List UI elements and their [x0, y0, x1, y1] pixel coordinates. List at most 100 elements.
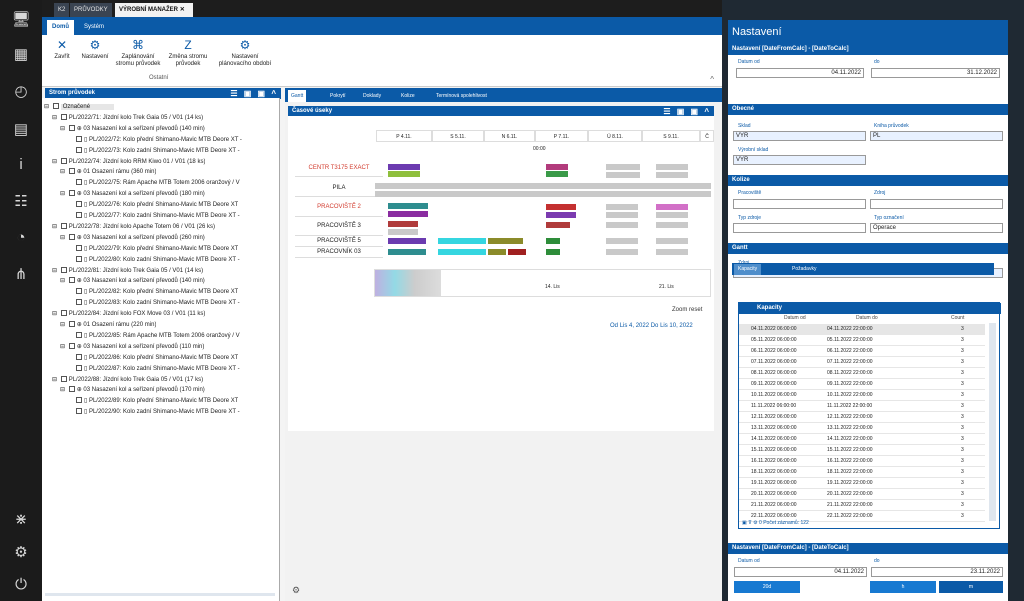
gantt-task-bar[interactable] [375, 183, 711, 189]
tab-domu[interactable]: Domů [47, 20, 74, 35]
gantt-task-bar[interactable] [388, 171, 420, 177]
tree-row[interactable]: ⊟ ⊕ 01 Osazení rámu (220 min) [60, 320, 156, 330]
tree-row[interactable]: ▯ PL/2022/80: Kolo zadní Shimano-Mavic M… [74, 255, 240, 265]
row-checkbox[interactable] [68, 190, 75, 197]
gantt-task-bar[interactable] [388, 211, 428, 217]
gantt-task-bar[interactable] [656, 204, 688, 210]
range-from-value[interactable]: Lis 4, 2022 [620, 323, 649, 329]
row-checkbox[interactable] [68, 124, 75, 131]
network-icon[interactable]: ⋔ [11, 265, 31, 285]
sklad-select[interactable]: VYR [733, 131, 866, 141]
tree-row[interactable]: ⊟ PL/2022/74: Jízdní kolo RRM Kiwo 01 / … [52, 157, 205, 167]
row-checkbox[interactable] [60, 375, 67, 382]
tab-doklady[interactable]: Doklady [360, 90, 384, 102]
tree-row[interactable]: ▯ PL/2022/76: Kolo přední Shimano-Mavic … [74, 200, 238, 210]
gantt-resource-label[interactable]: PRACOVNÍK 03 [295, 247, 383, 258]
tree-row[interactable]: ▯ PL/2022/82: Kolo přední Shimano-Mavic … [74, 287, 238, 297]
tree-row[interactable]: ⊟ ⊕ 03 Nasazení kol a seřízení převodů (… [60, 233, 205, 243]
row-checkbox[interactable] [76, 244, 82, 251]
row-checkbox[interactable] [68, 277, 75, 284]
pie-chart-icon[interactable]: ◔ [11, 228, 31, 248]
tree-row[interactable]: ⊟ PL/2022/78: Jízdní kolo Apache Totem 0… [52, 222, 215, 232]
gantt-task-bar[interactable] [606, 212, 638, 218]
expand-icon[interactable]: ⊟ [52, 159, 59, 165]
history-icon[interactable]: ◴ [11, 82, 31, 102]
tree-row[interactable]: ▯ PL/2022/90: Kolo zadní Shimano-Mavic M… [74, 407, 240, 417]
change-tree-button[interactable]: Z Změna stromu průvodek [166, 39, 210, 68]
gantt-task-bar[interactable] [606, 222, 638, 228]
gantt-task-bar[interactable] [546, 249, 560, 255]
row-checkbox[interactable] [68, 168, 75, 175]
gantt-task-bar[interactable] [438, 238, 486, 244]
row-checkbox[interactable] [76, 397, 82, 404]
gantt-resource-label[interactable]: PRACOVIŠTĚ 5 [295, 236, 383, 247]
zdroj-select[interactable] [870, 199, 1003, 209]
info-icon[interactable]: i [11, 155, 31, 175]
period-minute-button[interactable]: m [939, 581, 1003, 593]
tree-row[interactable]: ▯ PL/2022/72: Kolo přední Shimano-Mavic … [74, 135, 242, 145]
capacity-scrollbar[interactable] [989, 323, 996, 521]
expand-icon[interactable]: ⊟ [60, 126, 67, 132]
gantt-task-bar[interactable] [546, 212, 576, 218]
gantt-resource-label[interactable]: PRACOVIŠTĚ 2 [295, 197, 383, 217]
settings-button[interactable]: ⚙ Nastavení [79, 39, 111, 61]
gantt-task-bar[interactable] [388, 164, 420, 170]
tree-row[interactable]: ▯ PL/2022/77: Kolo zadní Shimano-Mavic M… [74, 211, 240, 221]
tab-kapacity[interactable]: Kapacity [734, 264, 762, 275]
tree-row[interactable]: ⊟ PL/2022/81: Jízdní kolo Trek Gaia 05 /… [52, 266, 203, 276]
row-checkbox[interactable] [76, 364, 82, 371]
capacity-row[interactable]: 04.11.2022 06:00:00 04.11.2022 22:00:00 3 [739, 324, 985, 335]
gantt-task-bar[interactable] [388, 221, 418, 227]
gantt-task-bar[interactable] [656, 212, 688, 218]
tree-horizontal-scrollbar[interactable] [45, 593, 275, 596]
gantt-task-bar[interactable] [606, 164, 640, 170]
capacity-row[interactable]: 18.11.2022 06:00:00 18.11.2022 22:00:00 3 [739, 467, 985, 478]
tree-row[interactable]: ⊟ ⊕ 01 Osazení rámu (360 min) [60, 167, 156, 177]
gantt-task-bar[interactable] [508, 249, 526, 255]
tab-system[interactable]: Systém [79, 20, 109, 35]
row-checkbox[interactable] [68, 233, 75, 240]
tree-row[interactable]: ▯ PL/2022/83: Kolo zadní Shimano-Mavic M… [74, 298, 240, 308]
gantt-task-bar[interactable] [546, 238, 560, 244]
row-checkbox[interactable] [60, 157, 67, 164]
collapse-ribbon-icon[interactable]: ^ [710, 75, 714, 84]
expand-icon[interactable]: ⊟ [60, 344, 67, 350]
desktop-icon[interactable]: 🖥 [11, 10, 31, 30]
row-checkbox[interactable] [76, 255, 82, 262]
capacity-row[interactable]: 05.11.2022 06:00:00 05.11.2022 22:00:00 3 [739, 335, 985, 346]
gantt-task-bar[interactable] [388, 203, 428, 209]
gantt-task-bar[interactable] [546, 171, 568, 177]
gantt-task-bar[interactable] [375, 191, 711, 197]
gantt-task-bar[interactable] [606, 238, 638, 244]
capacity-column-header[interactable]: Count [951, 315, 964, 321]
row-checkbox[interactable] [52, 103, 59, 109]
row-checkbox[interactable] [60, 113, 67, 120]
gantt-task-bar[interactable] [388, 238, 426, 244]
tree-row[interactable]: ⊟ Označené [44, 102, 115, 112]
tree-row[interactable]: ⊟ PL/2022/88: Jízdní kolo Trek Gaia 05 /… [52, 375, 203, 385]
capacity-row[interactable]: 15.11.2022 06:00:00 15.11.2022 22:00:00 3 [739, 445, 985, 456]
gantt-task-bar[interactable] [388, 229, 418, 235]
period-hour-button[interactable]: h [870, 581, 936, 593]
tree-row[interactable]: ⊟ ⊕ 03 Nasazení kol a seřízení převodů (… [60, 342, 204, 352]
capacity-row[interactable]: 16.11.2022 06:00:00 16.11.2022 22:00:00 3 [739, 456, 985, 467]
tree-row[interactable]: ▯ PL/2022/89: Kolo přední Shimano-Mavic … [74, 396, 238, 406]
row-checkbox[interactable] [76, 353, 82, 360]
tree-row[interactable]: ⊟ ⊕ 03 Nasazení kol a seřízení převodů (… [60, 385, 205, 395]
row-checkbox[interactable] [68, 342, 75, 349]
gantt-resource-label[interactable]: CENTR T3175 EXACT [295, 159, 383, 177]
tab-terminova-spolehlivost[interactable]: Termínová spolehlivost [433, 90, 490, 102]
gantt-task-bar[interactable] [438, 249, 486, 255]
gantt-resource-label[interactable]: PRACOVIŠTĚ 3 [295, 217, 383, 236]
capacity-row[interactable]: 12.11.2022 06:00:00 12.11.2022 22:00:00 3 [739, 412, 985, 423]
row-checkbox[interactable] [60, 266, 67, 273]
close-button[interactable]: ✕ Zavřít [49, 39, 75, 61]
gantt-task-bar[interactable] [488, 249, 506, 255]
capacity-row[interactable]: 06.11.2022 06:00:00 06.11.2022 22:00:00 3 [739, 346, 985, 357]
tree-row[interactable]: ▯ PL/2022/85: Rám Apache MTB Totem 2006 … [74, 331, 240, 341]
tree-row[interactable]: ⊟ PL/2022/71: Jízdní kolo Trek Gaia 05 /… [52, 113, 203, 123]
range-to-value[interactable]: Lis 10, 2022 [660, 323, 693, 329]
tab-kolize[interactable]: Kolize [398, 90, 418, 102]
expand-icon[interactable]: ⊟ [60, 322, 67, 328]
tab-gantt[interactable]: Gantt [288, 90, 307, 102]
